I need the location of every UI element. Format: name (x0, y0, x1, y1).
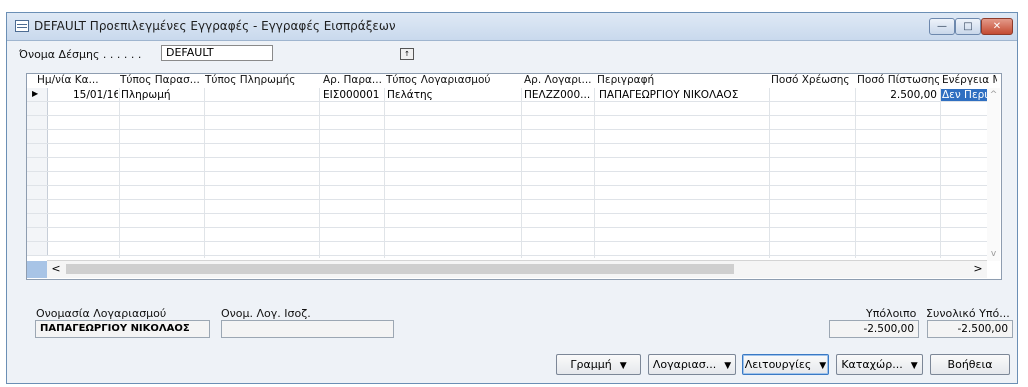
balance-field[interactable]: -2.500,00 (829, 320, 919, 338)
col-header-date[interactable]: Ημ/νία Κα... (37, 74, 107, 87)
posting-menu-label: Καταχώρ... (841, 358, 903, 371)
col-header-payment-type[interactable]: Τύπος Πληρωμής (205, 74, 310, 87)
row-doc-no[interactable]: ΕΙΣ000001 (323, 89, 383, 101)
posting-menu-button[interactable]: Καταχώρ... ▼ (836, 354, 923, 375)
batch-name-input[interactable]: DEFAULT ↑ (161, 45, 414, 61)
vertical-scrollbar[interactable]: ^ v (987, 88, 1000, 261)
row-selector[interactable] (27, 130, 48, 143)
table-row[interactable] (27, 214, 987, 228)
grid-corner (27, 261, 47, 278)
account-name-field[interactable]: ΠΑΠΑΓΕΩΡΓΙΟΥ ΝΙΚΟΛΑΟΣ (35, 320, 210, 338)
row-selector[interactable] (27, 228, 48, 241)
help-button[interactable]: Βοήθεια (930, 354, 1010, 375)
account-menu-label: Λογαριασ... (652, 358, 717, 371)
row-payment-type[interactable] (206, 89, 316, 101)
scroll-down-icon[interactable]: v (987, 249, 1000, 259)
col-header-credit[interactable]: Ποσό Πίστωσης (857, 74, 939, 87)
balance-label: Υπόλοιπο (866, 307, 917, 320)
row-debit[interactable] (771, 89, 853, 101)
col-header-action[interactable]: Ενέργεια Μ (942, 74, 997, 87)
grid-header: Ημ/νία Κα... Τύπος Παρασ... Τύπος Πληρωμ… (27, 74, 1001, 87)
total-balance-field[interactable]: -2.500,00 (927, 320, 1013, 338)
col-header-doc-type[interactable]: Τύπος Παρασ... (120, 74, 202, 87)
row-description[interactable]: ΠΑΠΑΓΕΩΡΓΙΟΥ ΝΙΚΟΛΑΟΣ (599, 89, 767, 101)
row-selector[interactable] (27, 116, 48, 129)
chevron-down-icon: ▼ (910, 361, 918, 371)
scroll-up-icon[interactable]: ^ (987, 90, 1000, 100)
row-doc-type[interactable]: Πληρωμή (121, 89, 201, 101)
bal-account-name-label: Ονομ. Λογ. Ισοζ. (221, 307, 311, 320)
batch-name-value: DEFAULT (166, 46, 214, 59)
col-header-account-no[interactable]: Αρ. Λογαρι... (524, 74, 594, 87)
table-row[interactable] (27, 186, 987, 200)
horizontal-scrollbar[interactable]: < > (47, 260, 987, 278)
batch-name-label: Όνομα Δέσμης . . . . . . (19, 48, 142, 61)
chevron-down-icon: ▼ (819, 361, 827, 371)
row-credit[interactable]: 2.500,00 (857, 89, 937, 101)
journal-lines-grid: Ημ/νία Κα... Τύπος Παρασ... Τύπος Πληρωμ… (26, 73, 1002, 280)
scroll-thumb[interactable] (66, 264, 734, 274)
table-row[interactable] (27, 242, 987, 256)
table-row[interactable] (27, 130, 987, 144)
table-row[interactable] (27, 116, 987, 130)
row-selector[interactable] (27, 102, 48, 115)
account-name-label: Ονομασία Λογαριασμού (36, 307, 167, 320)
row-selector[interactable] (27, 214, 48, 227)
minimize-button[interactable]: — (929, 18, 955, 35)
lookup-arrow-icon[interactable]: ↑ (400, 48, 414, 60)
row-selector-arrow-icon[interactable] (27, 88, 48, 101)
table-row[interactable] (27, 228, 987, 242)
table-row[interactable] (27, 172, 987, 186)
account-menu-button[interactable]: Λογαριασ... ▼ (648, 354, 736, 375)
title-bar[interactable]: DEFAULT Προεπιλεγμένες Εγγραφές - Εγγραφ… (7, 13, 1017, 41)
scroll-right-icon[interactable]: > (971, 262, 985, 276)
row-selector[interactable] (27, 172, 48, 185)
table-row[interactable] (27, 200, 987, 214)
scroll-left-icon[interactable]: < (49, 262, 63, 276)
bal-account-name-field[interactable] (221, 320, 394, 338)
row-selector[interactable] (27, 242, 48, 255)
functions-menu-button[interactable]: Λειτουργίες ▼ (742, 354, 829, 375)
row-account-no[interactable]: ΠΕΛΖΖ000... (524, 89, 592, 101)
chevron-down-icon: ▼ (724, 361, 732, 371)
window-table-icon (15, 20, 29, 32)
maximize-button[interactable]: □ (955, 18, 981, 35)
table-row[interactable] (27, 158, 987, 172)
table-row[interactable] (27, 102, 987, 116)
row-selector[interactable] (27, 186, 48, 199)
row-date[interactable]: 15/01/16 (73, 89, 118, 101)
line-menu-label: Γραμμή (570, 358, 612, 371)
total-balance-label: Συνολικό Υπό... (926, 307, 1010, 320)
close-button[interactable]: ✕ (981, 18, 1013, 35)
row-selector[interactable] (27, 158, 48, 171)
functions-menu-label: Λειτουργίες (744, 358, 812, 371)
chevron-down-icon: ▼ (619, 361, 627, 371)
col-header-account-type[interactable]: Τύπος Λογαριασμού (386, 74, 516, 87)
row-account-type[interactable]: Πελάτης (387, 89, 517, 101)
col-header-doc-no[interactable]: Αρ. Παρα... (323, 74, 383, 87)
col-header-description[interactable]: Περιγραφή (597, 74, 767, 87)
window-title: DEFAULT Προεπιλεγμένες Εγγραφές - Εγγραφ… (34, 19, 396, 33)
table-row[interactable]: 15/01/16 Πληρωμή ΕΙΣ000001 Πελάτης ΠΕΛΖΖ… (27, 88, 988, 102)
table-row[interactable] (27, 144, 987, 158)
row-selector[interactable] (27, 144, 48, 157)
row-action[interactable]: Δεν Περιλα (941, 89, 988, 101)
col-header-debit[interactable]: Ποσό Χρέωσης (771, 74, 853, 87)
line-menu-button[interactable]: Γραμμή ▼ (556, 354, 641, 375)
row-selector[interactable] (27, 200, 48, 213)
